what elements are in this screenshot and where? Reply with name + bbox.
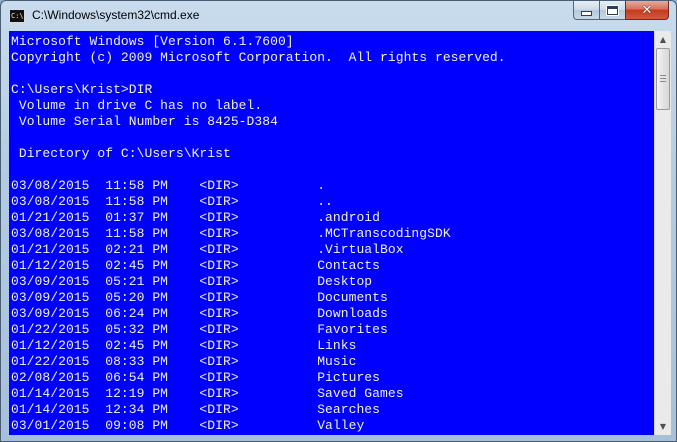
console-line: Volume Serial Number is 8425-D384 xyxy=(11,114,278,129)
maximize-button[interactable] xyxy=(599,1,625,20)
console-line: 01/21/2015 01:37 PM <DIR> .android xyxy=(11,210,381,225)
console-line: 03/08/2015 11:58 PM <DIR> . xyxy=(11,178,326,193)
grip-line xyxy=(660,75,666,76)
close-button[interactable]: ✕ xyxy=(625,1,669,20)
arrow-down-icon: ▼ xyxy=(659,422,667,431)
console-line: 01/22/2015 08:33 PM <DIR> Music xyxy=(11,354,357,369)
arrow-up-icon: ▲ xyxy=(659,35,667,44)
title-bar[interactable]: C:\ C:\Windows\system32\cmd.exe ✕ xyxy=(1,1,676,31)
minimize-button[interactable] xyxy=(573,1,599,20)
console-line: Volume in drive C has no label. xyxy=(11,98,263,113)
console-line: 03/09/2015 06:24 PM <DIR> Downloads xyxy=(11,306,388,321)
console-line: 03/08/2015 11:58 PM <DIR> .. xyxy=(11,194,333,209)
console-line: 03/08/2015 11:58 PM <DIR> .MCTranscoding… xyxy=(11,226,451,241)
scroll-down-button[interactable]: ▼ xyxy=(655,418,671,435)
caption-buttons: ✕ xyxy=(573,1,669,20)
console-line: 03/09/2015 05:20 PM <DIR> Documents xyxy=(11,290,388,305)
console-line: 01/12/2015 02:45 PM <DIR> Links xyxy=(11,338,357,353)
console-line: 01/14/2015 12:19 PM <DIR> Saved Games xyxy=(11,386,404,401)
scroll-thumb[interactable] xyxy=(656,48,670,110)
vertical-scrollbar[interactable]: ▲ ▼ xyxy=(654,31,671,435)
console-output[interactable]: Microsoft Windows [Version 6.1.7600] Copy… xyxy=(9,31,654,435)
console-line: C:\Users\Krist>DIR xyxy=(11,82,153,97)
close-icon: ✕ xyxy=(641,2,653,18)
console-line: 01/21/2015 02:21 PM <DIR> .VirtualBox xyxy=(11,242,404,257)
console-line: 03/09/2015 05:21 PM <DIR> Desktop xyxy=(11,274,373,289)
window-title: C:\Windows\system32\cmd.exe xyxy=(32,8,200,22)
console-line: 01/22/2015 05:32 PM <DIR> Favorites xyxy=(11,322,388,337)
console-line: Copyright (c) 2009 Microsoft Corporation… xyxy=(11,50,506,65)
grip-line xyxy=(660,78,666,79)
console-line: 03/01/2015 09:08 PM <DIR> Valley xyxy=(11,418,365,433)
console-line: 01/12/2015 02:45 PM <DIR> Contacts xyxy=(11,258,381,273)
console-lines: Microsoft Windows [Version 6.1.7600] Copy… xyxy=(11,34,506,434)
cmd-window: C:\ C:\Windows\system32\cmd.exe ✕ Micros… xyxy=(0,0,677,442)
console-line: 02/08/2015 06:54 PM <DIR> Pictures xyxy=(11,370,381,385)
console-blank-line xyxy=(11,66,506,82)
minimize-icon xyxy=(581,10,592,16)
console-blank-line xyxy=(11,162,506,178)
cmd-icon[interactable]: C:\ xyxy=(9,9,25,23)
console-line: Microsoft Windows [Version 6.1.7600] xyxy=(11,34,294,49)
maximize-icon xyxy=(606,4,619,16)
scroll-up-button[interactable]: ▲ xyxy=(655,31,671,48)
grip-line xyxy=(660,81,666,82)
console-blank-line xyxy=(11,130,506,146)
console-line: Directory of C:\Users\Krist xyxy=(11,146,231,161)
console-line: 01/14/2015 12:34 PM <DIR> Searches xyxy=(11,402,381,417)
